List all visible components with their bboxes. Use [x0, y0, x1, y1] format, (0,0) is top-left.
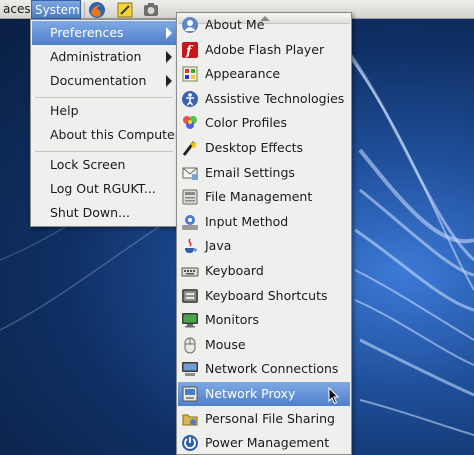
pref-item-input-method[interactable]: Input Method	[178, 210, 350, 234]
menu-item-label: Keyboard	[205, 263, 264, 278]
pref-item-keyboard-shortcuts[interactable]: Keyboard Shortcuts	[178, 284, 350, 308]
menu-item-label: Lock Screen	[50, 157, 126, 172]
pref-item-network-connections[interactable]: Network Connections	[178, 357, 350, 381]
firefox-icon[interactable]	[86, 0, 108, 19]
menu-item-administration[interactable]: Administration	[32, 45, 176, 69]
pref-item-desktop-effects[interactable]: Desktop Effects	[178, 136, 350, 160]
menu-item-help[interactable]: Help	[32, 99, 176, 123]
monitors-icon	[181, 311, 199, 329]
menu-item-label: About Me	[205, 17, 265, 32]
pref-item-network-proxy[interactable]: Network Proxy	[178, 382, 350, 406]
menu-separator	[35, 97, 173, 98]
network-proxy-icon	[181, 385, 199, 403]
menu-item-label: Desktop Effects	[205, 140, 304, 155]
email-settings-icon	[181, 164, 199, 182]
file-sharing-icon	[181, 410, 199, 428]
about-me-icon	[181, 16, 199, 34]
menu-separator	[35, 151, 173, 152]
menu-item-label: Personal File Sharing	[205, 410, 335, 426]
keyboard-icon	[181, 262, 199, 280]
menu-item-log-out[interactable]: Log Out RGUKT...	[32, 177, 176, 201]
submenu-arrow-icon	[166, 51, 172, 63]
power-management-icon	[181, 434, 199, 452]
pref-item-appearance[interactable]: Appearance	[178, 62, 350, 86]
mouse-icon	[181, 336, 199, 354]
menu-item-label: Email Settings	[205, 164, 295, 180]
input-method-icon	[181, 213, 199, 231]
menu-item-label: Power Management	[205, 435, 330, 451]
menu-item-label: Adobe Flash Player	[205, 41, 325, 57]
pref-item-java[interactable]: Java	[178, 234, 350, 258]
menu-item-label: Preferences	[50, 25, 124, 40]
menu-item-label: Documentation	[50, 73, 147, 88]
pref-item-power-management[interactable]: Power Management	[178, 431, 350, 455]
menu-item-label: Log Out RGUKT...	[50, 181, 156, 196]
pref-item-keyboard[interactable]: Keyboard	[178, 259, 350, 283]
menu-item-shut-down[interactable]: Shut Down...	[32, 201, 176, 225]
accessibility-icon	[181, 90, 199, 108]
network-connections-icon	[181, 360, 199, 378]
menu-item-label: File Management	[205, 189, 313, 205]
menu-item-label: Keyboard Shortcuts	[205, 287, 328, 303]
pref-item-file-management[interactable]: File Management	[178, 185, 350, 209]
pref-item-email-settings[interactable]: Email Settings	[178, 161, 350, 185]
menu-item-label: Administration	[50, 49, 142, 64]
places-menu[interactable]: aces	[0, 0, 34, 19]
menu-item-documentation[interactable]: Documentation	[32, 69, 176, 93]
menu-item-about-computer[interactable]: About this Computer	[32, 123, 180, 147]
menu-item-label: Network Proxy	[205, 386, 296, 401]
submenu-arrow-icon	[166, 27, 172, 39]
pref-item-about-me[interactable]: About Me	[178, 13, 350, 37]
menu-item-label: Appearance	[205, 66, 281, 82]
keyboard-shortcuts-icon	[181, 287, 199, 305]
menu-item-label: Mouse	[205, 336, 246, 352]
system-menu-button[interactable]: System	[31, 0, 81, 19]
system-menu: Preferences Administration Documentation…	[30, 19, 180, 227]
pref-item-assistive-technologies[interactable]: Assistive Technologies	[178, 87, 350, 111]
appearance-icon	[181, 65, 199, 83]
text-editor-icon[interactable]	[114, 0, 136, 19]
menu-item-label: Help	[50, 103, 79, 118]
pref-item-personal-file-sharing[interactable]: Personal File Sharing	[178, 407, 350, 431]
menu-item-label: Color Profiles	[205, 115, 287, 131]
mouse-pointer-icon	[328, 386, 340, 405]
preferences-submenu: About Me f Adobe Flash Player Appearance…	[176, 12, 352, 455]
java-icon	[181, 237, 199, 255]
menu-item-label: Monitors	[205, 312, 260, 328]
menu-item-lock-screen[interactable]: Lock Screen	[32, 153, 176, 177]
pref-item-flash-player[interactable]: f Adobe Flash Player	[178, 38, 350, 62]
menu-item-label: Input Method	[205, 213, 289, 229]
menu-item-label: Shut Down...	[50, 205, 130, 220]
color-profiles-icon	[181, 114, 199, 132]
screenshot-icon[interactable]	[140, 0, 162, 19]
pref-item-color-profiles[interactable]: Color Profiles	[178, 111, 350, 135]
desktop-effects-icon	[181, 139, 199, 157]
file-management-icon	[181, 188, 199, 206]
submenu-arrow-icon	[166, 75, 172, 87]
pref-item-monitors[interactable]: Monitors	[178, 308, 350, 332]
menu-item-label: Network Connections	[205, 361, 339, 377]
menu-item-label: About this Computer	[50, 127, 180, 142]
menu-item-label: Java	[205, 238, 232, 254]
menu-item-label: Assistive Technologies	[205, 90, 345, 106]
panel-separator	[84, 2, 85, 17]
flash-player-icon: f	[181, 41, 199, 59]
menu-item-preferences[interactable]: Preferences	[32, 21, 176, 45]
pref-item-mouse[interactable]: Mouse	[178, 333, 350, 357]
